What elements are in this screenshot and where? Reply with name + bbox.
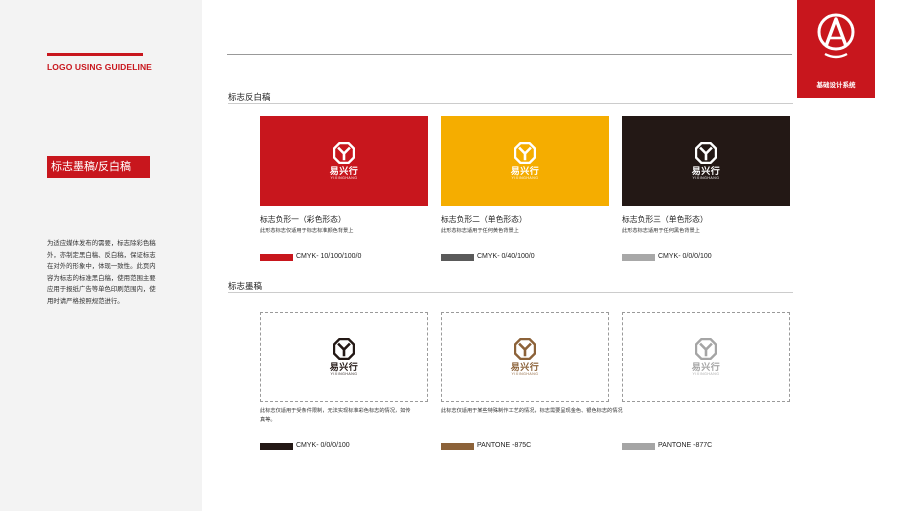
ink-logo-card: 易兴行 YIXINGHANG xyxy=(441,312,609,402)
reverse-card-title: 标志负形三（单色形态） xyxy=(622,215,708,224)
logo-wordmark: 易兴行 xyxy=(691,361,721,372)
reverse-card-subtitle: 此形态标志仅适用于标志标准颜色背景上 xyxy=(260,228,354,234)
guide-accent-bar xyxy=(47,53,143,56)
yixinghang-logo-icon xyxy=(514,337,536,360)
color-swatch-label: CMYK- 0/40/100/0 xyxy=(477,253,535,260)
brand-a-logo-icon xyxy=(817,13,855,59)
ink-logo-card: 易兴行 YIXINGHANG xyxy=(260,312,428,402)
reverse-logo-card: 易兴行 YIXINGHANG xyxy=(622,116,790,206)
color-swatch xyxy=(260,254,293,261)
yixinghang-logo-icon xyxy=(514,141,536,164)
logo-pinyin: YIXINGHANG xyxy=(511,175,539,180)
color-swatch xyxy=(260,443,293,450)
logo-wordmark: 易兴行 xyxy=(691,165,721,176)
header-divider xyxy=(227,54,792,55)
section-title-badge: 标志墨稿/反白稿 xyxy=(47,156,150,178)
logo-pinyin: YIXINGHANG xyxy=(692,371,720,376)
reverse-logo-card: 易兴行 YIXINGHANG xyxy=(260,116,428,206)
yixinghang-logo-icon xyxy=(333,337,355,360)
color-swatch-label: CMYK- 10/100/100/0 xyxy=(296,253,362,260)
color-swatch-label: CMYK- 0/0/0/100 xyxy=(658,253,712,260)
logo-wordmark: 易兴行 xyxy=(510,165,540,176)
section-divider-reverse xyxy=(228,103,793,104)
reverse-card-title: 标志负形一（彩色形态） xyxy=(260,215,346,224)
brand-block: 基础设计系统 xyxy=(797,0,875,98)
yixinghang-logo-icon xyxy=(695,141,717,164)
ink-logo-card: 易兴行 YIXINGHANG xyxy=(622,312,790,402)
yixinghang-logo-icon xyxy=(695,337,717,360)
logo-pinyin: YIXINGHANG xyxy=(330,175,358,180)
left-panel: LOGO USING GUIDELINE 标志墨稿/反白稿 为适应媒体发布的需要… xyxy=(0,0,202,511)
reverse-card-title: 标志负形二（单色形态） xyxy=(441,215,527,224)
reverse-logo-card: 易兴行 YIXINGHANG xyxy=(441,116,609,206)
logo-pinyin: YIXINGHANG xyxy=(511,371,539,376)
color-swatch-label: CMYK- 0/0/0/100 xyxy=(296,442,350,449)
logo-wordmark: 易兴行 xyxy=(329,361,359,372)
color-swatch xyxy=(441,443,474,450)
logo-wordmark: 易兴行 xyxy=(329,165,359,176)
color-swatch xyxy=(622,443,655,450)
ink-card-caption: 此标志仅适用于受条件限制，无法实现标准彩色标志的情况，如传真等。 xyxy=(260,408,411,423)
color-swatch xyxy=(441,254,474,261)
reverse-card-subtitle: 此形态标志适用于任何黄色背景上 xyxy=(441,228,519,234)
section-description: 为适应媒体发布的需要，标志除彩色稿外，亦制定黑白稿、反白稿，保证标志在对外的形象… xyxy=(47,240,156,305)
yixinghang-logo-icon xyxy=(333,141,355,164)
logo-wordmark: 易兴行 xyxy=(510,361,540,372)
ink-card-caption: 此标志仅适用于某些特殊制作工艺的情况，标志需要呈现金色、银色标志的情况 xyxy=(441,408,623,414)
logo-pinyin: YIXINGHANG xyxy=(330,371,358,376)
color-swatch-label: PANTONE -877C xyxy=(658,442,713,449)
page: LOGO USING GUIDELINE 标志墨稿/反白稿 为适应媒体发布的需要… xyxy=(0,0,908,511)
section-label-reverse: 标志反白稿 xyxy=(228,92,271,102)
guide-title: LOGO USING GUIDELINE xyxy=(47,62,152,72)
logo-pinyin: YIXINGHANG xyxy=(692,175,720,180)
brand-label: 基础设计系统 xyxy=(816,82,856,89)
section-divider-ink xyxy=(228,292,793,293)
color-swatch xyxy=(622,254,655,261)
section-label-ink: 标志墨稿 xyxy=(228,281,263,291)
reverse-card-subtitle: 此形态标志适用于任何黑色背景上 xyxy=(622,228,700,234)
color-swatch-label: PANTONE -875C xyxy=(477,442,532,449)
